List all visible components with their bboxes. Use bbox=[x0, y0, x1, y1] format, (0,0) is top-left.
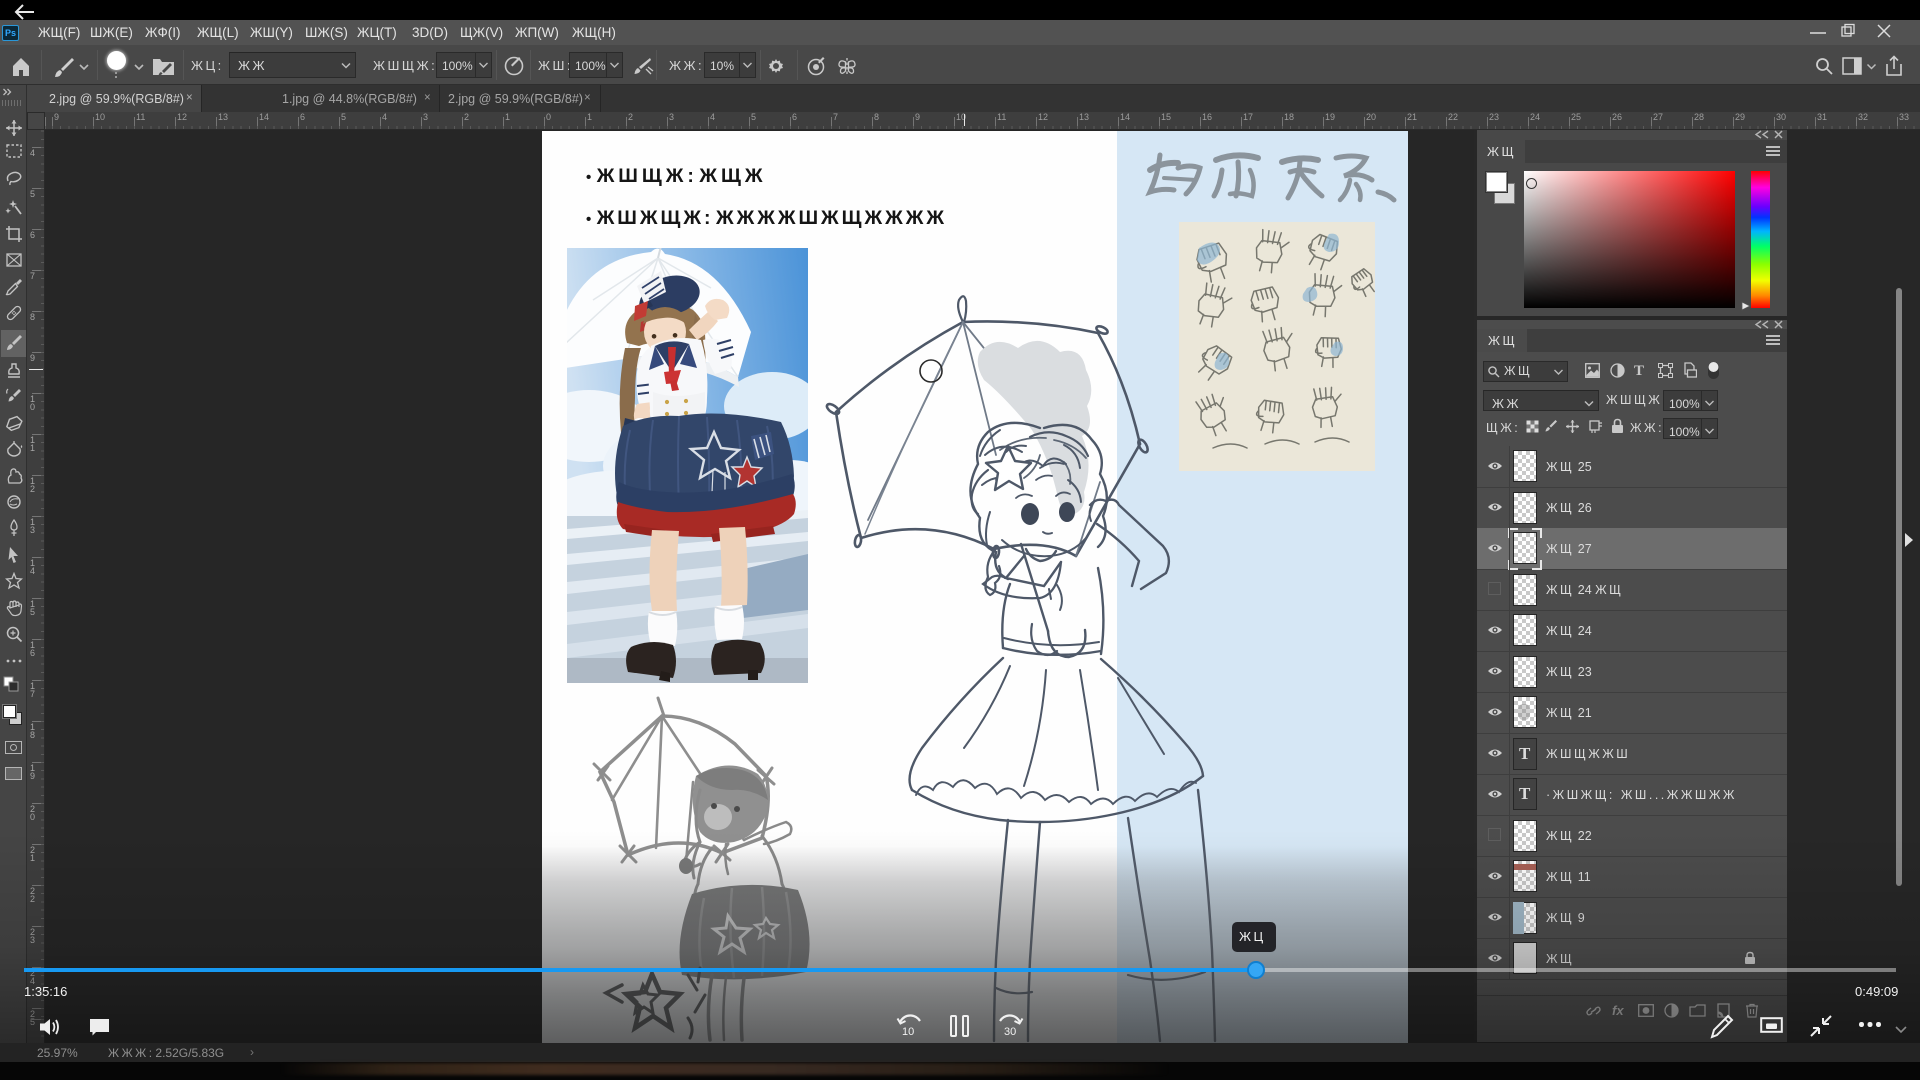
svg-text:10: 10 bbox=[902, 1026, 914, 1038]
svg-text:30: 30 bbox=[1004, 1026, 1016, 1038]
